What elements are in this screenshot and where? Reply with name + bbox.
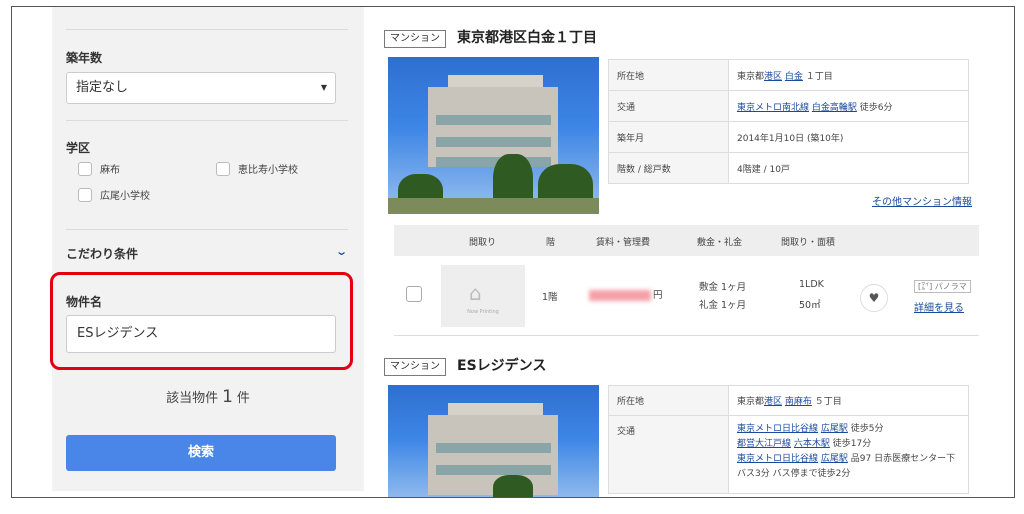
divider	[66, 120, 348, 121]
unit-deposit: 敷金 1ヶ月	[699, 282, 747, 293]
age-select[interactable]: 指定なし ▼	[66, 72, 336, 104]
highlight-annotation	[50, 272, 353, 370]
property-type-tag: マンション	[384, 358, 446, 376]
favorite-heart-icon[interactable]: ♥	[860, 284, 888, 312]
result-count: 該当物件 1 件	[166, 387, 250, 407]
masked-rent	[589, 290, 651, 301]
age-select-value: 指定なし	[76, 80, 129, 95]
checkbox[interactable]	[78, 187, 92, 202]
search-sidebar: 築年数 指定なし ▼ 学区 麻布 恵比寿小学校 広尾小学校 こだわり条件 ⌄ 物…	[52, 7, 364, 491]
line-link[interactable]: 東京メトロ日比谷線	[737, 424, 818, 434]
property-info-table: 所在地 東京都港区 白金 １丁目 交通 東京メトロ南北線 白金高輪駅 徒歩6分 …	[608, 59, 969, 184]
station-link[interactable]: 六本木駅	[794, 439, 830, 449]
address-value: 東京都港区 南麻布 ５丁目	[728, 385, 969, 416]
town-link[interactable]: 南麻布	[785, 397, 812, 407]
access-value: 東京メトロ日比谷線 広尾駅 徒歩5分 都営大江戸線 六本木駅 徒歩17分 東京メ…	[728, 415, 969, 494]
property-info-table: 所在地 東京都港区 南麻布 ５丁目 交通 東京メトロ日比谷線 広尾駅 徒歩5分 …	[608, 385, 969, 494]
station-link[interactable]: 広尾駅	[821, 424, 848, 434]
screenshot-frame: 築年数 指定なし ▼ 学区 麻布 恵比寿小学校 広尾小学校 こだわり条件 ⌄ 物…	[11, 6, 1015, 498]
access-value: 東京メトロ南北線 白金高輪駅 徒歩6分	[728, 90, 969, 122]
address-value: 東京都港区 白金 １丁目	[728, 59, 969, 91]
area-link[interactable]: 港区	[764, 72, 782, 82]
more-mansion-info-link[interactable]: その他マンション情報	[872, 193, 972, 208]
unit-area: 50㎡	[799, 300, 821, 311]
unit-detail-link[interactable]: 詳細を見る	[914, 299, 964, 314]
school-option-ebisu[interactable]: 恵比寿小学校	[216, 161, 298, 176]
unit-layout: 1LDK	[799, 279, 824, 290]
checkbox[interactable]	[216, 161, 230, 176]
divider	[66, 229, 348, 230]
unit-select-checkbox[interactable]	[406, 286, 422, 302]
property-photo[interactable]	[388, 385, 599, 497]
station-link[interactable]: 広尾駅	[821, 454, 848, 464]
property-title[interactable]: 東京都港区白金１丁目	[457, 27, 597, 47]
search-button[interactable]: 検索	[66, 435, 336, 471]
property-type-tag: マンション	[384, 30, 446, 48]
area-link[interactable]: 港区	[764, 397, 782, 407]
features-filter-title[interactable]: こだわり条件	[66, 245, 348, 262]
unit-thumbnail[interactable]: ⌂ Now Printing	[441, 265, 525, 327]
house-icon: ⌂	[469, 281, 482, 305]
property-photo[interactable]	[388, 57, 599, 214]
school-option-azabu[interactable]: 麻布	[78, 161, 120, 176]
age-filter-title: 築年数	[66, 51, 103, 65]
panorama-badge[interactable]: [㍄] パノラマ	[914, 280, 971, 293]
unit-row[interactable]: ⌂ Now Printing 1階 円 敷金 1ヶ月 礼金 1ヶ月 1LDK 5…	[394, 256, 979, 336]
caret-down-icon: ▼	[320, 83, 327, 92]
station-link[interactable]: 白金高輪駅	[812, 103, 857, 113]
unit-floor: 1階	[542, 292, 558, 303]
property-title[interactable]: ESレジデンス	[457, 355, 546, 375]
unit-rent: 円	[589, 287, 663, 301]
checkbox[interactable]	[78, 161, 92, 176]
line-link[interactable]: 東京メトロ南北線	[737, 103, 809, 113]
unit-key-money: 礼金 1ヶ月	[699, 300, 747, 311]
unit-list-header: 間取り 階 賃料・管理費 敷金・礼金 間取り・面積	[394, 225, 979, 256]
school-option-hiroo[interactable]: 広尾小学校	[78, 187, 150, 202]
school-filter-title: 学区	[66, 141, 91, 155]
divider	[66, 29, 348, 30]
chevron-down-icon[interactable]: ⌄	[335, 245, 348, 258]
line-link[interactable]: 都営大江戸線	[737, 439, 791, 449]
line-link[interactable]: 東京メトロ日比谷線	[737, 454, 818, 464]
town-link[interactable]: 白金	[785, 72, 803, 82]
